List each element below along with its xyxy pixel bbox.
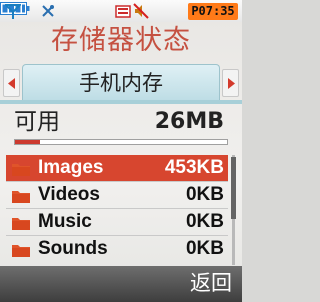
page-title: 存储器状态 (51, 25, 191, 56)
folder-icon (12, 164, 30, 176)
list-item-size: 453KB (164, 157, 224, 178)
list-item-label: Sounds (38, 238, 108, 259)
list-item-size: 0KB (185, 184, 224, 205)
category-list: Images 453KB Videos 0KB Music 0KB Sounds… (6, 155, 228, 263)
available-memory: 可用 26MB (0, 104, 242, 146)
no-network-icon (42, 5, 54, 17)
scrollbar-thumb[interactable] (231, 157, 236, 219)
back-softkey[interactable]: 返回 (190, 266, 232, 300)
list-item-music[interactable]: Music 0KB (6, 209, 228, 236)
available-value: 26MB (154, 109, 224, 134)
mute-speaker-icon (133, 3, 149, 19)
list-item-label: Images (38, 157, 104, 178)
softkey-bar: 返回 (0, 266, 242, 302)
tab-bar: 手机内存 (0, 64, 242, 102)
available-label: 可用 (14, 109, 60, 135)
tab-prev-button[interactable] (3, 69, 20, 97)
memory-usage-fill (15, 140, 41, 144)
clock: P07:35 (188, 3, 238, 20)
tab-next-button[interactable] (222, 69, 239, 97)
folder-icon (12, 191, 30, 203)
list-item-videos[interactable]: Videos 0KB (6, 182, 228, 209)
arrow-right-icon (228, 78, 235, 89)
list-item-images[interactable]: Images 453KB (6, 155, 228, 182)
status-bar: P07:35 (0, 0, 242, 22)
tab-phone-memory[interactable]: 手机内存 (22, 64, 220, 102)
list-item-sounds[interactable]: Sounds 0KB (6, 236, 228, 262)
folder-icon (12, 245, 30, 257)
list-item-size: 0KB (185, 211, 224, 232)
signal-antenna-icon (5, 4, 21, 19)
memory-usage-bar (14, 139, 228, 145)
folder-icon (12, 218, 30, 230)
list-item-label: Music (38, 211, 92, 232)
list-item-size: 0KB (185, 238, 224, 259)
list-item-label: Videos (38, 184, 100, 205)
message-envelope-icon (115, 5, 131, 18)
memory-status-screen: P07:35 存储器状态 手机内存 可用 26MB Images 453KB V… (0, 0, 242, 302)
arrow-left-icon (8, 78, 15, 89)
